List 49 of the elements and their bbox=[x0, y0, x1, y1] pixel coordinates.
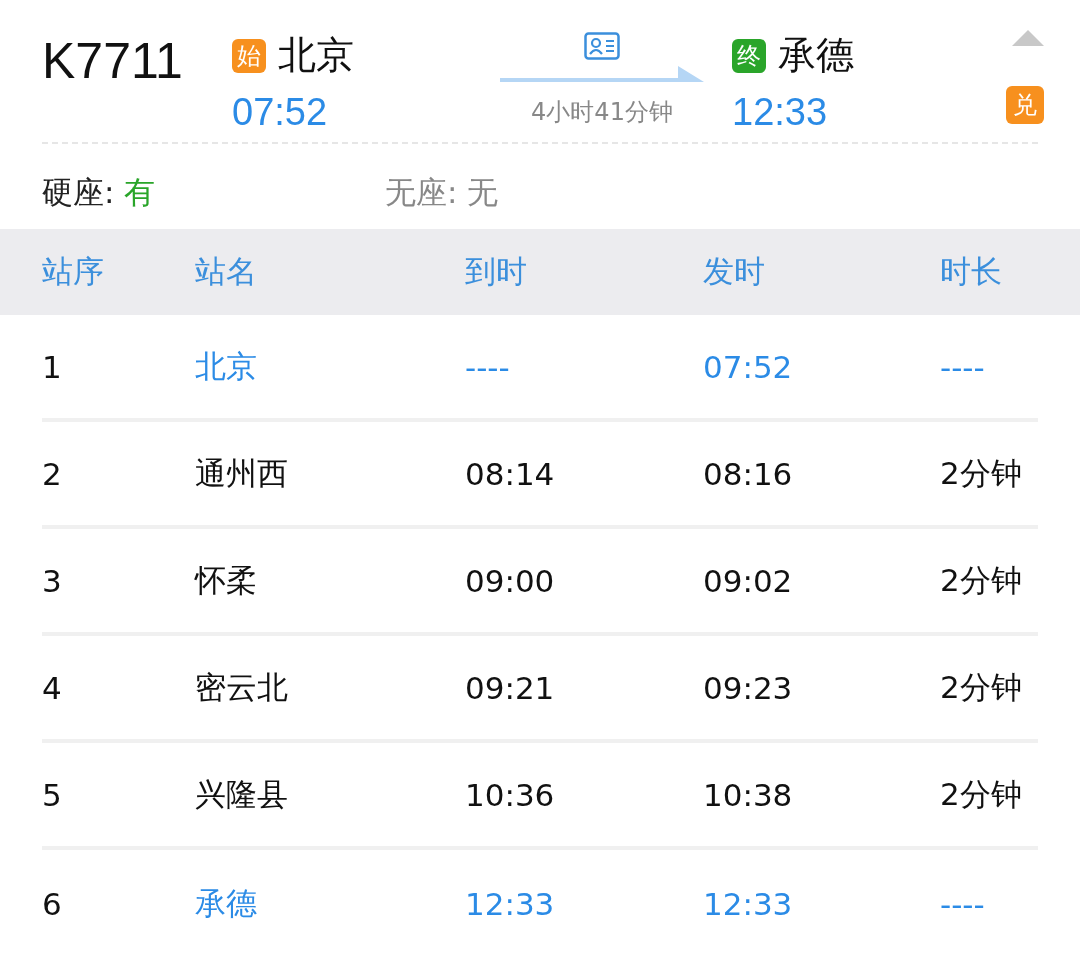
start-badge: 始 bbox=[232, 38, 266, 73]
table-cell-text: 1 bbox=[42, 348, 63, 385]
travel-duration: 4小时41分钟 bbox=[531, 97, 673, 128]
id-card-icon[interactable] bbox=[584, 32, 620, 60]
table-cell-text: 承德 bbox=[195, 883, 258, 923]
table-cell-text: 3 bbox=[42, 562, 63, 599]
table-cell-text: 10:38 bbox=[703, 776, 794, 813]
departure-time: 07:52 bbox=[232, 91, 329, 134]
table-cell-text: 12:33 bbox=[703, 885, 794, 922]
table-cell-text: ---- bbox=[940, 885, 986, 922]
table-cell-text: 北京 bbox=[195, 346, 258, 386]
table-cell-text: 08:16 bbox=[703, 455, 794, 492]
column-header: 到时 bbox=[465, 252, 528, 291]
column-header: 发时 bbox=[703, 252, 766, 291]
end-badge: 终 bbox=[732, 38, 766, 73]
table-cell-text: 4 bbox=[42, 669, 63, 706]
table-cell-text: ---- bbox=[465, 348, 511, 385]
column-header: 时长 bbox=[940, 252, 1003, 291]
table-cell-text: 6 bbox=[42, 885, 63, 922]
station-name: 承德 bbox=[778, 32, 854, 79]
table-cell-text: 07:52 bbox=[703, 348, 794, 385]
column-header: 站名 bbox=[195, 252, 258, 291]
table-cell-text: 2分钟 bbox=[940, 667, 1023, 707]
table-cell-text: 通州西 bbox=[195, 453, 289, 493]
table-cell-text: 2分钟 bbox=[940, 560, 1023, 600]
train-number: K7711 bbox=[42, 32, 184, 90]
station-name: 北京 bbox=[278, 32, 354, 79]
seat-availability: 无 bbox=[467, 173, 499, 212]
table-cell-text: 2分钟 bbox=[940, 453, 1023, 493]
table-cell-text: 2 bbox=[42, 455, 63, 492]
table-cell-text: ---- bbox=[940, 348, 986, 385]
table-cell-text: 10:36 bbox=[465, 776, 556, 813]
table-cell-text: 09:21 bbox=[465, 669, 556, 706]
table-cell-text: 09:02 bbox=[703, 562, 794, 599]
seat-type: 无座: bbox=[385, 173, 458, 212]
table-cell-text: 怀柔 bbox=[195, 560, 258, 600]
table-cell-text: 兴隆县 bbox=[195, 774, 289, 814]
seat-type: 硬座: bbox=[42, 173, 115, 212]
table-cell-text: 2分钟 bbox=[940, 774, 1023, 814]
table-cell-text: 12:33 bbox=[465, 885, 556, 922]
arrival-time: 12:33 bbox=[732, 91, 829, 134]
column-header: 站序 bbox=[42, 252, 105, 291]
table-cell-text: 5 bbox=[42, 776, 63, 813]
table-cell-text: 09:00 bbox=[465, 562, 556, 599]
table-cell-text: 09:23 bbox=[703, 669, 794, 706]
table-cell-text: 08:14 bbox=[465, 455, 556, 492]
table-cell-text: 密云北 bbox=[195, 667, 289, 707]
exchange-badge: 兑 bbox=[1006, 86, 1044, 124]
seat-availability: 有 bbox=[124, 173, 156, 212]
